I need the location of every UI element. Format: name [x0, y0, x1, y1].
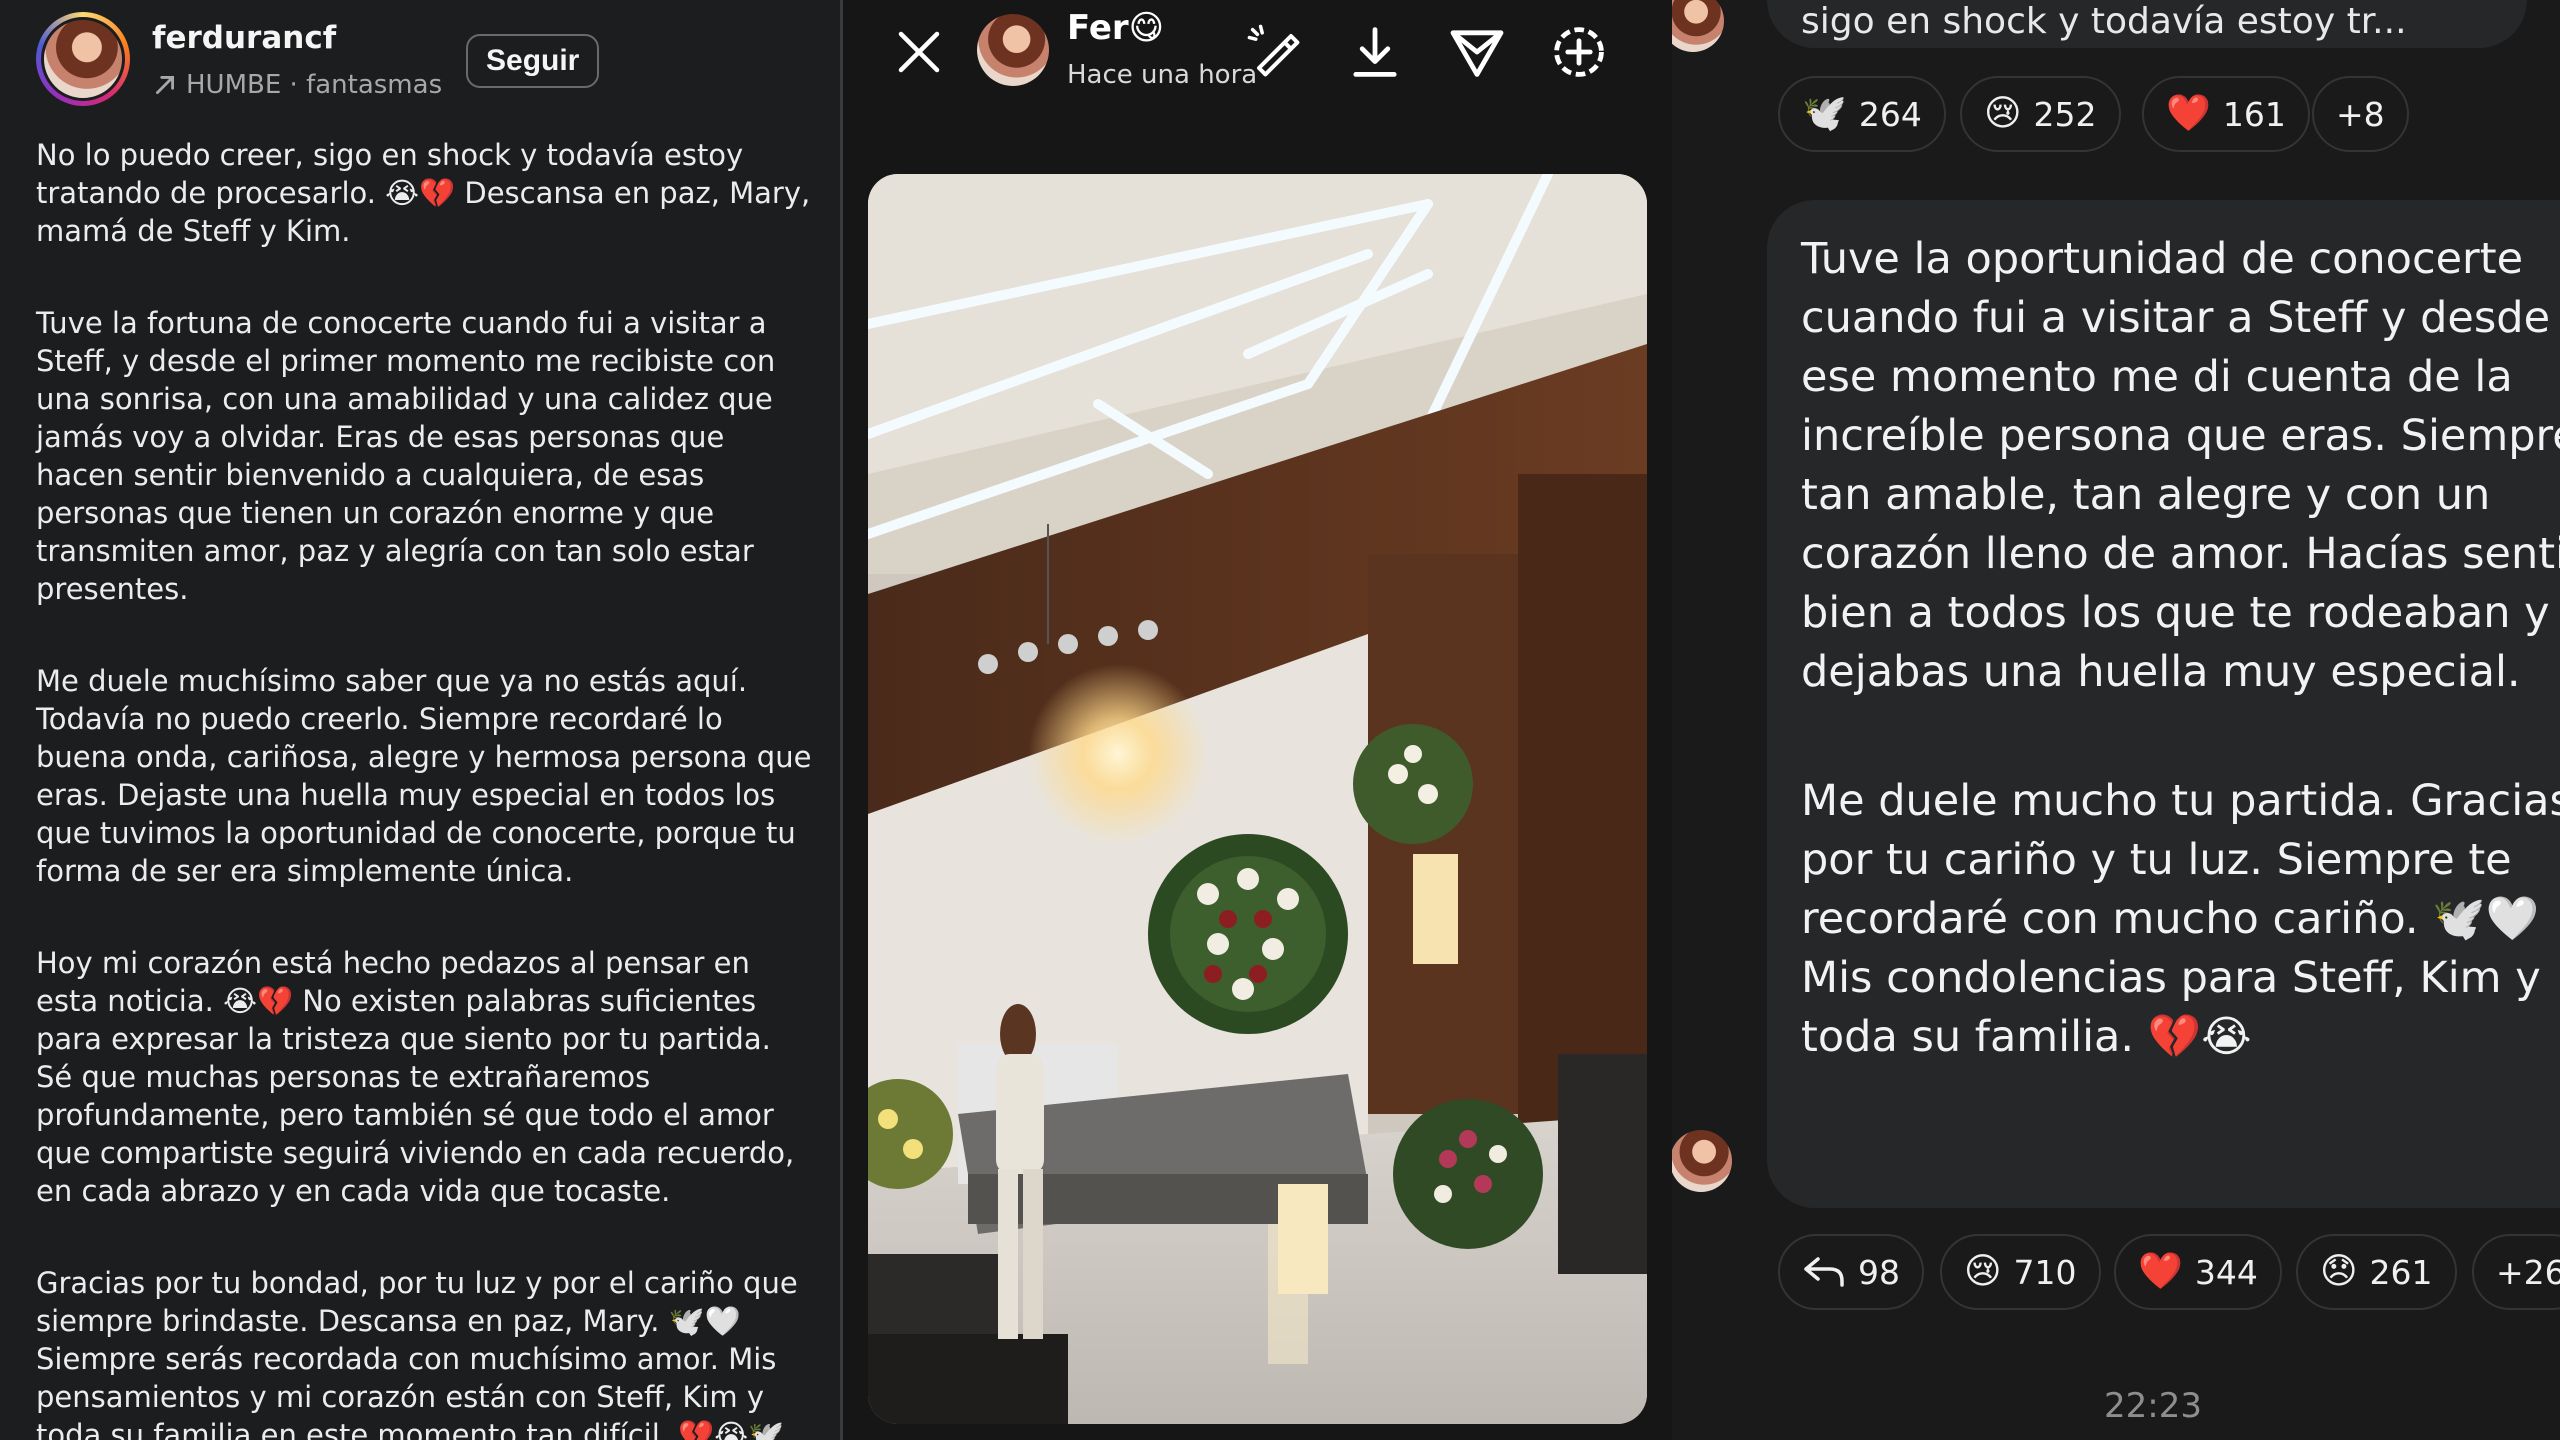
- caption-paragraph: Hoy mi corazón está hecho pedazos al pen…: [36, 946, 795, 1208]
- filter-icon[interactable]: [1445, 20, 1509, 84]
- sad-face-icon: 😢: [1964, 1251, 2002, 1292]
- previous-message-text: sigo en shock y todavía estoy tr...: [1801, 1, 2407, 42]
- previous-message-bubble[interactable]: sigo en shock y todavía estoy tr...: [1767, 0, 2527, 48]
- audio-credit-label: HUMBE · fantasmas: [186, 70, 443, 100]
- story-ring-avatar[interactable]: [36, 12, 130, 106]
- reaction-count: +8: [2336, 94, 2385, 134]
- story-time: Hace una hora: [1067, 60, 1258, 90]
- message-paragraph: Tuve la oportunidad de conocerte cuando …: [1801, 234, 2560, 697]
- reaction-count: 161: [2222, 94, 2286, 134]
- add-circle-icon[interactable]: [1547, 20, 1611, 84]
- download-icon[interactable]: [1343, 20, 1407, 84]
- post-header: ferdurancf HUMBE · fantasmas Seguir: [36, 12, 820, 112]
- reaction-count: +26: [2496, 1252, 2560, 1292]
- avatar: [41, 17, 125, 101]
- follow-button[interactable]: Seguir: [466, 34, 600, 88]
- post-caption: No lo puedo creer, sigo en shock y todav…: [36, 136, 816, 1440]
- caption-paragraph: Gracias por tu bondad, por tu luz y por …: [36, 1266, 798, 1440]
- disappointed-face-icon: 😞: [2320, 1251, 2358, 1292]
- reaction-count: 264: [1858, 94, 1922, 134]
- funeral-room-image: [868, 174, 1647, 1424]
- draw-icon[interactable]: [1243, 20, 1307, 84]
- reaction-chip[interactable]: 😢 252: [1960, 76, 2121, 152]
- reaction-chip[interactable]: 🕊️ 264: [1778, 76, 1946, 152]
- story-username[interactable]: Fer😋: [1067, 8, 1164, 48]
- sender-avatar[interactable]: [1672, 0, 1724, 52]
- reaction-count: 344: [2194, 1252, 2258, 1292]
- messages-panel: sigo en shock y todavía estoy tr... 🕊️ 2…: [1672, 0, 2560, 1440]
- reaction-chip[interactable]: 😞 261: [2296, 1234, 2457, 1310]
- more-reactions-chip[interactable]: +8: [2312, 76, 2409, 152]
- reply-chip[interactable]: 98: [1778, 1234, 1924, 1310]
- sender-avatar[interactable]: [1672, 1130, 1732, 1192]
- message-bubble[interactable]: Tuve la oportunidad de conocerte cuando …: [1767, 200, 2560, 1208]
- audio-credit[interactable]: HUMBE · fantasmas: [152, 70, 442, 100]
- close-icon[interactable]: [889, 22, 949, 82]
- story-avatar[interactable]: [977, 14, 1049, 86]
- story-photo[interactable]: [868, 174, 1647, 1424]
- reaction-chip[interactable]: ❤️ 344: [2114, 1234, 2282, 1310]
- reaction-count: 710: [2013, 1252, 2077, 1292]
- story-panel: Fer😋 Hace una hora: [843, 0, 1672, 1440]
- reaction-count: 98: [1858, 1252, 1900, 1292]
- reply-icon: [1804, 1257, 1844, 1287]
- dove-icon: 🕊️: [1802, 93, 1847, 134]
- message-text: Tuve la oportunidad de conocerte cuando …: [1801, 230, 2560, 1137]
- more-reactions-chip[interactable]: +26: [2472, 1234, 2560, 1310]
- post-panel: ferdurancf HUMBE · fantasmas Seguir No l…: [0, 0, 840, 1440]
- reaction-chip[interactable]: ❤️ 161: [2142, 76, 2310, 152]
- heart-icon: ❤️: [2166, 93, 2211, 134]
- caption-paragraph: Me duele muchísimo saber que ya no estás…: [36, 664, 812, 888]
- caption-paragraph: Tuve la fortuna de conocerte cuando fui …: [36, 306, 776, 606]
- arrow-icon: [156, 76, 174, 94]
- sad-face-icon: 😢: [1984, 93, 2022, 134]
- reaction-chip[interactable]: 😢 710: [1940, 1234, 2101, 1310]
- heart-icon: ❤️: [2138, 1251, 2183, 1292]
- caption-paragraph: No lo puedo creer, sigo en shock y todav…: [36, 138, 811, 248]
- username[interactable]: ferdurancf: [152, 20, 336, 56]
- reaction-count: 252: [2033, 94, 2097, 134]
- message-paragraph: Me duele mucho tu partida. Gracias por t…: [1801, 776, 2560, 1062]
- message-timestamp: 22:23: [2104, 1386, 2202, 1426]
- reaction-count: 261: [2369, 1252, 2433, 1292]
